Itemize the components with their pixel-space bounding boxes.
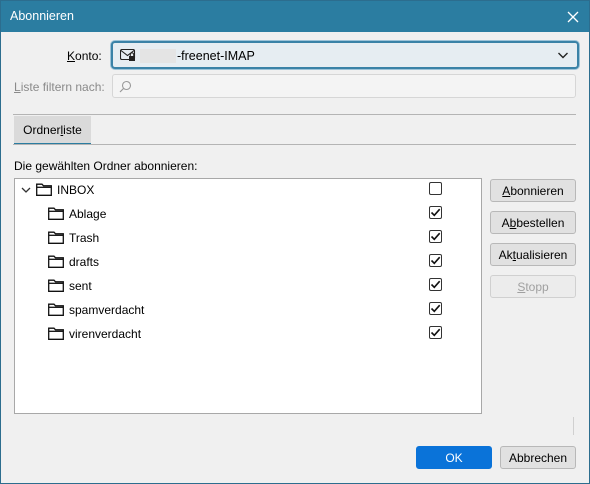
folder-icon xyxy=(48,207,64,220)
folder-icon xyxy=(36,183,52,196)
close-icon xyxy=(567,11,579,22)
folder-tree[interactable]: INBOX Ablage Trash drafts sent spamverda… xyxy=(14,178,482,414)
folder-name: virenverdacht xyxy=(69,327,142,341)
list-heading: Die gewählten Ordner abonnieren: xyxy=(14,159,198,173)
subscribe-checkbox[interactable] xyxy=(429,182,442,195)
folder-icon xyxy=(48,231,64,244)
account-value: -freenet-IMAP xyxy=(177,49,255,63)
checkmark-icon xyxy=(430,232,441,241)
title-bar: Abonnieren xyxy=(1,1,589,32)
folder-name: Ablage xyxy=(69,207,107,221)
subscribe-checkbox[interactable] xyxy=(429,254,442,267)
folder-icon xyxy=(48,279,64,292)
cancel-button[interactable]: Abbrechen xyxy=(500,446,576,469)
tree-row[interactable]: drafts xyxy=(15,251,481,275)
subscribe-checkbox[interactable] xyxy=(429,326,442,339)
checkmark-icon xyxy=(430,304,441,313)
divider xyxy=(13,114,576,115)
subscribe-dialog: Abonnieren Konto: -freenet-IMAP Liste fi… xyxy=(0,0,590,484)
folder-name: Trash xyxy=(69,231,100,245)
tree-row[interactable]: sent xyxy=(15,275,481,299)
tree-row[interactable]: INBOX xyxy=(15,179,481,203)
resize-grip xyxy=(573,417,574,435)
ok-button[interactable]: OK xyxy=(416,446,492,469)
unsubscribe-button[interactable]: Ab bestellen xyxy=(490,211,576,234)
filter-label: Liste filtern nach: xyxy=(14,80,105,94)
expand-twisty-icon[interactable] xyxy=(20,184,32,196)
subscribe-checkbox[interactable] xyxy=(429,230,442,243)
filter-input[interactable] xyxy=(112,74,576,98)
folder-name: drafts xyxy=(69,255,100,269)
subscribe-checkbox[interactable] xyxy=(429,278,442,291)
checkmark-icon xyxy=(430,280,441,289)
folder-name: sent xyxy=(69,279,92,293)
checkmark-icon xyxy=(430,256,441,265)
stop-button[interactable]: Stopp xyxy=(490,275,576,298)
refresh-button[interactable]: Ak t ualisieren xyxy=(490,243,576,266)
folder-icon xyxy=(48,255,64,268)
redacted-account-name xyxy=(140,49,176,63)
subscribe-checkbox[interactable] xyxy=(429,206,442,219)
account-select[interactable]: -freenet-IMAP xyxy=(111,41,579,69)
tab-folder-list[interactable]: Ordner l iste xyxy=(14,116,91,145)
subscribe-checkbox[interactable] xyxy=(429,302,442,315)
folder-name: INBOX xyxy=(57,183,95,197)
window-title: Abonnieren xyxy=(10,9,74,23)
checkmark-icon xyxy=(430,328,441,337)
checkmark-icon xyxy=(430,208,441,217)
tree-row[interactable]: Trash xyxy=(15,227,481,251)
mail-account-icon xyxy=(120,49,136,61)
folder-icon xyxy=(48,303,64,316)
tab-strip-line xyxy=(13,144,576,145)
account-label: Konto: xyxy=(67,49,102,63)
tree-row[interactable]: Ablage xyxy=(15,203,481,227)
subscribe-button[interactable]: Abonnieren xyxy=(490,179,576,202)
chevron-down-icon xyxy=(558,52,568,59)
tree-row[interactable]: spamverdacht xyxy=(15,299,481,323)
folder-icon xyxy=(48,327,64,340)
close-button[interactable] xyxy=(557,1,589,32)
search-icon xyxy=(119,80,132,93)
folder-name: spamverdacht xyxy=(69,303,145,317)
tree-row[interactable]: virenverdacht xyxy=(15,323,481,347)
